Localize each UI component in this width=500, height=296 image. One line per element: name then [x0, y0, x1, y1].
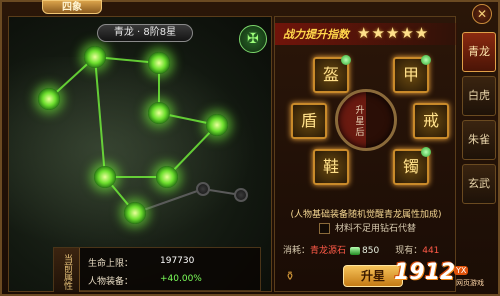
core-label: 升星后 — [355, 106, 365, 138]
jade-icon — [350, 246, 361, 255]
watermark-badge: YX — [454, 266, 469, 275]
equip-value: +40.00% — [160, 274, 202, 284]
equip-label: 人物装备： — [88, 277, 134, 287]
cost-label: 消耗： — [283, 246, 311, 256]
site-watermark: 1912 YX 网页游戏 — [394, 260, 498, 294]
diamond-substitute-checkbox[interactable] — [319, 223, 330, 234]
current-attributes: 当前属性 生命上限： 197730 人物装备： +40.00% — [53, 247, 261, 292]
watermark-brand: 1912 — [394, 260, 456, 285]
ring-icon: 戒 — [422, 111, 439, 130]
window-title: 四象 — [42, 0, 102, 14]
constellation-star-5[interactable] — [206, 114, 228, 136]
yin-yang-core: 升星后 — [335, 89, 397, 151]
symbol-tabs: 青龙 白虎 朱雀 玄武 — [462, 32, 496, 208]
boots-icon: 鞋 — [322, 157, 339, 176]
constellation-star-4[interactable] — [148, 102, 170, 124]
gem-icon — [421, 147, 431, 157]
have-amount: 441 — [422, 246, 440, 256]
hp-row: 生命上限： 197730 — [88, 256, 194, 269]
diamond-substitute-label: 材料不足用钻石代替 — [335, 224, 417, 234]
equipment-slot-shield[interactable]: 盾 — [291, 103, 327, 139]
upgrade-description: (人物基础装备随机觉醒青龙属性加成) — [290, 210, 442, 220]
hp-value: 197730 — [160, 256, 195, 266]
gem-icon — [421, 55, 431, 65]
close-button[interactable]: ✕ — [472, 4, 492, 24]
constellation-star-10[interactable] — [234, 188, 248, 202]
tab-vermilion-bird[interactable]: 朱雀 — [462, 120, 496, 160]
power-rating-label: 战力提升指数 — [283, 28, 349, 41]
equipment-slot-ring[interactable]: 戒 — [413, 103, 449, 139]
equipment-slot-helmet[interactable]: 盔 — [313, 55, 351, 93]
constellation-panel: 青龙 · 8阶8星 ✠ 当前属性 生命上限： 197730 人物装备： +40.… — [8, 16, 272, 292]
equipment-slot-boots[interactable]: 鞋 — [313, 149, 349, 185]
cost-amount: 850 — [362, 246, 380, 256]
constellation-star-7[interactable] — [94, 166, 116, 188]
equip-row: 人物装备： +40.00% — [88, 274, 202, 287]
have-label: 现有： — [395, 246, 423, 256]
armor-icon: 甲 — [402, 65, 419, 84]
tab-azure-dragon[interactable]: 青龙 — [462, 32, 496, 72]
tab-white-tiger[interactable]: 白虎 — [462, 76, 496, 116]
current-attributes-label: 当前属性 — [54, 248, 80, 292]
constellation-star-6[interactable] — [156, 166, 178, 188]
equipment-slot-armor[interactable]: 甲 — [393, 55, 431, 93]
power-rating-bar: 战力提升指数 ★★★★★ — [275, 23, 457, 45]
upgrade-panel: 战力提升指数 ★★★★★ 盔 甲 盾 戒 鞋 镯 升星后 (人物基础装备随机觉醒… — [274, 16, 457, 292]
equipment-slot-bracelet[interactable]: 镯 — [393, 147, 431, 185]
constellation-star-8[interactable] — [124, 202, 146, 224]
gem-icon — [341, 55, 351, 65]
constellation-star-9[interactable] — [196, 182, 210, 196]
constellation-star-3[interactable] — [38, 88, 60, 110]
diamond-substitute-row[interactable]: 材料不足用钻石代替 — [319, 221, 416, 234]
bracelet-icon: 镯 — [402, 157, 419, 176]
rating-stars-icon: ★★★★★ — [357, 24, 430, 42]
cost-item: 青龙源石 — [310, 246, 347, 256]
watermark-sub: 网页游戏 — [456, 279, 484, 287]
constellation-level-label: 青龙 · 8阶8星 — [97, 24, 193, 42]
helmet-icon: 盔 — [322, 65, 339, 84]
dragon-emblem-icon: ✠ — [239, 25, 267, 53]
cost-row: 消耗：青龙源石 850 现有：441 — [283, 243, 439, 256]
hp-label: 生命上限： — [88, 259, 134, 269]
constellation-star-2[interactable] — [148, 52, 170, 74]
shield-icon: 盾 — [300, 111, 317, 130]
tab-black-tortoise[interactable]: 玄武 — [462, 164, 496, 204]
four-symbols-window: 四象 ✕ 青龙 · 8阶8星 ✠ 当前属性 生命上限： 197730 人物装备：… — [0, 0, 500, 296]
gourd-icon: ⚱ — [285, 269, 296, 283]
constellation-star-1[interactable] — [84, 46, 106, 68]
